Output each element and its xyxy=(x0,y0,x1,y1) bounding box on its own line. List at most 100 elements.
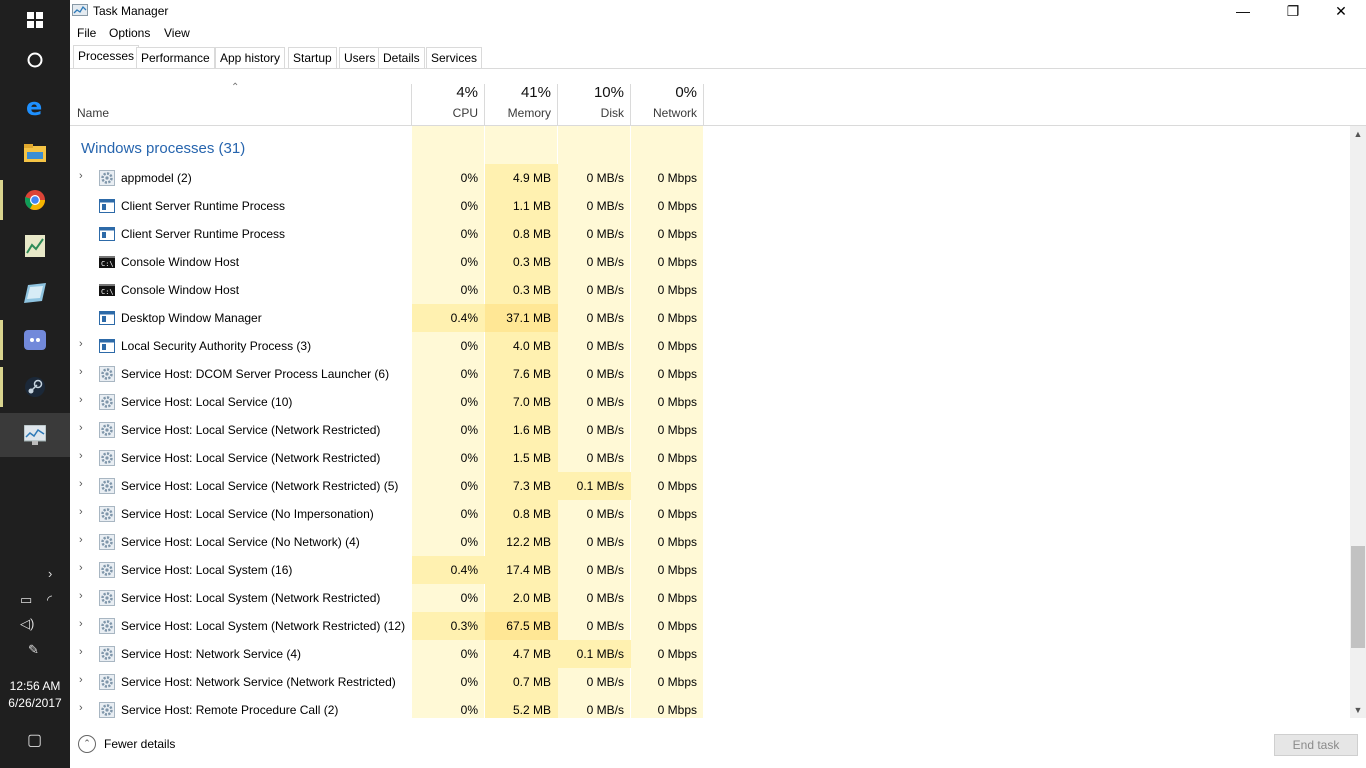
process-name: Service Host: Local Service (10) xyxy=(121,395,293,409)
table-row[interactable]: › Service Host: Network Service (Network … xyxy=(70,668,1350,696)
table-row[interactable]: › Service Host: Network Service (4) 0% 4.7 … xyxy=(70,640,1350,668)
table-row[interactable]: › Service Host: Local System (16) 0.4% 17.4… xyxy=(70,556,1350,584)
tab-performance[interactable]: Performance xyxy=(136,47,215,68)
expand-chevron-icon[interactable]: › xyxy=(79,394,83,406)
table-row[interactable]: › Service Host: Local Service (No Imperso… xyxy=(70,500,1350,528)
tab-app-history[interactable]: App history xyxy=(215,47,286,68)
expand-chevron-icon[interactable]: › xyxy=(79,618,83,630)
cpu-cell: 0% xyxy=(460,479,478,493)
sort-up-arrow-icon[interactable]: ⌃ xyxy=(231,82,239,93)
memory-cell: 7.3 MB xyxy=(485,472,558,500)
cpu-label: CPU xyxy=(452,106,478,120)
expand-chevron-icon[interactable]: › xyxy=(79,674,83,686)
end-task-button[interactable]: End task xyxy=(1274,734,1358,756)
table-row[interactable]: Client Server Runtime Process 0% 0.8 MB 0 M… xyxy=(70,220,1350,248)
file-explorer-button[interactable] xyxy=(0,133,70,173)
taskbar-clock[interactable]: 12:56 AM 6/26/2017 xyxy=(0,678,70,712)
tablet-app-button[interactable] xyxy=(0,273,70,313)
expand-chevron-icon[interactable]: › xyxy=(79,170,83,182)
column-network[interactable]: 0% Network xyxy=(630,84,703,125)
expand-chevron-icon[interactable]: › xyxy=(79,422,83,434)
column-disk[interactable]: 10% Disk xyxy=(557,84,630,125)
chart-app-button[interactable] xyxy=(0,226,70,266)
table-row[interactable]: › Service Host: Local Service (10) 0% 7.0 M… xyxy=(70,388,1350,416)
column-cpu[interactable]: 4% CPU xyxy=(411,84,484,125)
pen-icon[interactable]: ✎ xyxy=(28,642,39,658)
show-hidden-icons-chevron-icon[interactable]: › xyxy=(48,566,52,581)
fewer-details-link[interactable]: Fewer details xyxy=(104,737,175,751)
cpu-cell: 0% xyxy=(460,535,478,549)
battery-icon[interactable]: ▭ xyxy=(20,592,32,608)
table-row[interactable]: › Service Host: Remote Procedure Call (2)… xyxy=(70,696,1350,718)
expand-chevron-icon[interactable]: › xyxy=(79,590,83,602)
expand-chevron-icon[interactable]: › xyxy=(79,534,83,546)
table-row[interactable]: › Service Host: Local Service (Network Re… xyxy=(70,472,1350,500)
volume-icon[interactable]: ◁) xyxy=(20,616,34,632)
action-center-icon[interactable]: ▢ xyxy=(27,730,42,750)
table-row[interactable]: Client Server Runtime Process 0% 1.1 MB 0 M… xyxy=(70,192,1350,220)
close-button[interactable]: ✕ xyxy=(1318,0,1364,24)
table-row[interactable]: › Service Host: DCOM Server Process Launc… xyxy=(70,360,1350,388)
chrome-button[interactable] xyxy=(0,180,70,220)
vertical-scrollbar[interactable]: ▲ ▼ xyxy=(1350,126,1366,718)
wifi-icon[interactable]: ◜ xyxy=(47,592,52,608)
scrollbar-thumb[interactable] xyxy=(1351,546,1365,648)
memory-cell: 0.3 MB xyxy=(485,276,558,304)
network-cell: 0 Mbps xyxy=(657,675,697,689)
expand-chevron-icon[interactable]: › xyxy=(79,562,83,574)
tab-services[interactable]: Services xyxy=(426,47,483,68)
group-title: Windows processes (31) xyxy=(81,140,246,157)
start-button[interactable] xyxy=(0,0,70,40)
network-cell: 0 Mbps xyxy=(657,535,697,549)
menu-file[interactable]: File xyxy=(77,26,96,40)
table-row[interactable]: Desktop Window Manager 0.4% 37.1 MB 0 MB/s 0… xyxy=(70,304,1350,332)
network-cell: 0 Mbps xyxy=(657,479,697,493)
memory-cell: 4.7 MB xyxy=(485,640,558,668)
scroll-up-arrow-icon[interactable]: ▲ xyxy=(1350,126,1366,142)
table-row[interactable]: › Service Host: Local Service (Network Re… xyxy=(70,444,1350,472)
discord-button[interactable] xyxy=(0,320,70,360)
clock-time: 12:56 AM xyxy=(9,679,61,693)
table-row[interactable]: › Local Security Authority Process (3) 0% 4… xyxy=(70,332,1350,360)
expand-chevron-icon[interactable]: › xyxy=(79,338,83,350)
expand-chevron-icon[interactable]: › xyxy=(79,450,83,462)
table-row[interactable]: C:\ Console Window Host 0% 0.3 MB 0 MB/s 0 Mb… xyxy=(70,248,1350,276)
column-name[interactable]: Name xyxy=(77,106,109,120)
menu-view[interactable]: View xyxy=(164,26,190,40)
expand-chevron-icon[interactable]: › xyxy=(79,366,83,378)
gear-icon xyxy=(99,618,115,634)
expand-chevron-icon[interactable]: › xyxy=(79,478,83,490)
process-name: Local Security Authority Process (3) xyxy=(121,339,312,353)
column-memory[interactable]: 41% Memory xyxy=(484,84,557,125)
menu-options[interactable]: Options xyxy=(109,26,150,40)
chevron-up-circle-icon[interactable]: ⌃ xyxy=(78,735,96,753)
expand-chevron-icon[interactable]: › xyxy=(79,646,83,658)
maximize-button[interactable]: ❐ xyxy=(1270,0,1316,24)
table-row[interactable]: › Service Host: Local Service (Network Re… xyxy=(70,416,1350,444)
minimize-button[interactable]: — xyxy=(1220,0,1266,24)
title-bar[interactable]: Task Manager — ❐ ✕ xyxy=(70,0,1366,24)
cortana-button[interactable] xyxy=(0,40,70,80)
expand-chevron-icon[interactable]: › xyxy=(79,702,83,714)
memory-cell: 7.0 MB xyxy=(485,388,558,416)
expand-chevron-icon[interactable]: › xyxy=(79,506,83,518)
disk-cell: 0 MB/s xyxy=(586,255,624,269)
task-manager-taskbar-button[interactable] xyxy=(0,413,70,457)
steam-button[interactable] xyxy=(0,367,70,407)
edge-button[interactable]: e xyxy=(0,86,70,126)
tab-startup[interactable]: Startup xyxy=(288,47,337,68)
tab-users[interactable]: Users xyxy=(339,47,381,68)
table-row[interactable]: › appmodel (2) 0% 4.9 MB 0 MB/s 0 Mbps xyxy=(70,164,1350,192)
tab-processes[interactable]: Processes xyxy=(73,45,140,68)
table-row[interactable]: › Service Host: Local Service (No Network… xyxy=(70,528,1350,556)
table-row[interactable]: › Service Host: Local System (Network Res… xyxy=(70,584,1350,612)
gear-icon xyxy=(99,590,115,606)
tab-details[interactable]: Details xyxy=(378,47,425,68)
memory-cell: 1.1 MB xyxy=(485,192,558,220)
network-cell: 0 Mbps xyxy=(657,451,697,465)
disk-cell: 0 MB/s xyxy=(586,507,624,521)
scroll-down-arrow-icon[interactable]: ▼ xyxy=(1350,702,1366,718)
table-row[interactable]: C:\ Console Window Host 0% 0.3 MB 0 MB/s 0 Mb… xyxy=(70,276,1350,304)
table-row[interactable]: › Service Host: Local System (Network Res… xyxy=(70,612,1350,640)
column-divider xyxy=(703,84,704,125)
